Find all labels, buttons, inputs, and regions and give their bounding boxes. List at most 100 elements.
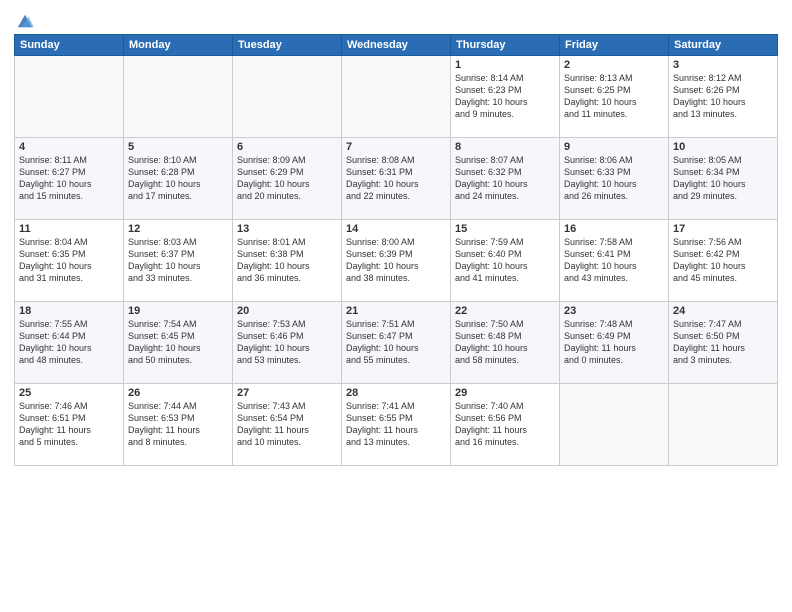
col-header-tuesday: Tuesday [233, 35, 342, 56]
calendar-cell: 4Sunrise: 8:11 AM Sunset: 6:27 PM Daylig… [15, 138, 124, 220]
day-info: Sunrise: 8:05 AM Sunset: 6:34 PM Dayligh… [673, 154, 773, 203]
day-number: 4 [19, 141, 119, 153]
day-number: 9 [564, 141, 664, 153]
day-number: 15 [455, 223, 555, 235]
day-info: Sunrise: 7:59 AM Sunset: 6:40 PM Dayligh… [455, 236, 555, 285]
day-number: 19 [128, 305, 228, 317]
calendar-cell: 18Sunrise: 7:55 AM Sunset: 6:44 PM Dayli… [15, 302, 124, 384]
col-header-wednesday: Wednesday [342, 35, 451, 56]
calendar-cell: 1Sunrise: 8:14 AM Sunset: 6:23 PM Daylig… [451, 56, 560, 138]
day-info: Sunrise: 8:00 AM Sunset: 6:39 PM Dayligh… [346, 236, 446, 285]
day-number: 23 [564, 305, 664, 317]
calendar-cell: 26Sunrise: 7:44 AM Sunset: 6:53 PM Dayli… [124, 384, 233, 466]
col-header-saturday: Saturday [669, 35, 778, 56]
calendar-cell: 6Sunrise: 8:09 AM Sunset: 6:29 PM Daylig… [233, 138, 342, 220]
calendar-cell [342, 56, 451, 138]
day-number: 21 [346, 305, 446, 317]
day-number: 5 [128, 141, 228, 153]
calendar-cell: 28Sunrise: 7:41 AM Sunset: 6:55 PM Dayli… [342, 384, 451, 466]
day-number: 8 [455, 141, 555, 153]
day-number: 6 [237, 141, 337, 153]
calendar-cell: 17Sunrise: 7:56 AM Sunset: 6:42 PM Dayli… [669, 220, 778, 302]
day-info: Sunrise: 7:58 AM Sunset: 6:41 PM Dayligh… [564, 236, 664, 285]
day-info: Sunrise: 8:08 AM Sunset: 6:31 PM Dayligh… [346, 154, 446, 203]
calendar-cell: 19Sunrise: 7:54 AM Sunset: 6:45 PM Dayli… [124, 302, 233, 384]
calendar-cell: 10Sunrise: 8:05 AM Sunset: 6:34 PM Dayli… [669, 138, 778, 220]
calendar-cell: 13Sunrise: 8:01 AM Sunset: 6:38 PM Dayli… [233, 220, 342, 302]
day-info: Sunrise: 8:09 AM Sunset: 6:29 PM Dayligh… [237, 154, 337, 203]
day-info: Sunrise: 8:12 AM Sunset: 6:26 PM Dayligh… [673, 72, 773, 121]
logo [14, 10, 34, 30]
day-info: Sunrise: 7:48 AM Sunset: 6:49 PM Dayligh… [564, 318, 664, 367]
day-info: Sunrise: 8:06 AM Sunset: 6:33 PM Dayligh… [564, 154, 664, 203]
day-info: Sunrise: 8:03 AM Sunset: 6:37 PM Dayligh… [128, 236, 228, 285]
day-number: 28 [346, 387, 446, 399]
calendar-cell [560, 384, 669, 466]
calendar-cell: 14Sunrise: 8:00 AM Sunset: 6:39 PM Dayli… [342, 220, 451, 302]
day-number: 25 [19, 387, 119, 399]
col-header-sunday: Sunday [15, 35, 124, 56]
calendar-cell: 27Sunrise: 7:43 AM Sunset: 6:54 PM Dayli… [233, 384, 342, 466]
day-number: 11 [19, 223, 119, 235]
day-number: 29 [455, 387, 555, 399]
col-header-monday: Monday [124, 35, 233, 56]
day-number: 22 [455, 305, 555, 317]
calendar-cell: 29Sunrise: 7:40 AM Sunset: 6:56 PM Dayli… [451, 384, 560, 466]
calendar-cell: 9Sunrise: 8:06 AM Sunset: 6:33 PM Daylig… [560, 138, 669, 220]
day-info: Sunrise: 7:54 AM Sunset: 6:45 PM Dayligh… [128, 318, 228, 367]
calendar-cell: 22Sunrise: 7:50 AM Sunset: 6:48 PM Dayli… [451, 302, 560, 384]
calendar-table: SundayMondayTuesdayWednesdayThursdayFrid… [14, 34, 778, 466]
calendar-cell: 20Sunrise: 7:53 AM Sunset: 6:46 PM Dayli… [233, 302, 342, 384]
day-number: 20 [237, 305, 337, 317]
day-info: Sunrise: 7:44 AM Sunset: 6:53 PM Dayligh… [128, 400, 228, 449]
day-info: Sunrise: 8:04 AM Sunset: 6:35 PM Dayligh… [19, 236, 119, 285]
logo-icon [16, 12, 34, 30]
day-number: 10 [673, 141, 773, 153]
day-info: Sunrise: 7:51 AM Sunset: 6:47 PM Dayligh… [346, 318, 446, 367]
day-number: 12 [128, 223, 228, 235]
day-info: Sunrise: 8:11 AM Sunset: 6:27 PM Dayligh… [19, 154, 119, 203]
day-number: 17 [673, 223, 773, 235]
day-number: 13 [237, 223, 337, 235]
calendar-cell: 8Sunrise: 8:07 AM Sunset: 6:32 PM Daylig… [451, 138, 560, 220]
col-header-thursday: Thursday [451, 35, 560, 56]
day-info: Sunrise: 8:07 AM Sunset: 6:32 PM Dayligh… [455, 154, 555, 203]
day-info: Sunrise: 7:56 AM Sunset: 6:42 PM Dayligh… [673, 236, 773, 285]
day-info: Sunrise: 7:41 AM Sunset: 6:55 PM Dayligh… [346, 400, 446, 449]
day-info: Sunrise: 7:43 AM Sunset: 6:54 PM Dayligh… [237, 400, 337, 449]
calendar-cell: 23Sunrise: 7:48 AM Sunset: 6:49 PM Dayli… [560, 302, 669, 384]
day-number: 18 [19, 305, 119, 317]
day-info: Sunrise: 7:50 AM Sunset: 6:48 PM Dayligh… [455, 318, 555, 367]
calendar-cell [124, 56, 233, 138]
day-info: Sunrise: 7:47 AM Sunset: 6:50 PM Dayligh… [673, 318, 773, 367]
calendar-cell: 7Sunrise: 8:08 AM Sunset: 6:31 PM Daylig… [342, 138, 451, 220]
day-info: Sunrise: 7:46 AM Sunset: 6:51 PM Dayligh… [19, 400, 119, 449]
calendar-cell: 21Sunrise: 7:51 AM Sunset: 6:47 PM Dayli… [342, 302, 451, 384]
day-info: Sunrise: 7:53 AM Sunset: 6:46 PM Dayligh… [237, 318, 337, 367]
day-number: 2 [564, 59, 664, 71]
col-header-friday: Friday [560, 35, 669, 56]
calendar-cell [15, 56, 124, 138]
calendar-cell: 16Sunrise: 7:58 AM Sunset: 6:41 PM Dayli… [560, 220, 669, 302]
day-number: 14 [346, 223, 446, 235]
day-number: 3 [673, 59, 773, 71]
day-info: Sunrise: 8:01 AM Sunset: 6:38 PM Dayligh… [237, 236, 337, 285]
day-info: Sunrise: 8:10 AM Sunset: 6:28 PM Dayligh… [128, 154, 228, 203]
day-number: 16 [564, 223, 664, 235]
calendar-cell: 3Sunrise: 8:12 AM Sunset: 6:26 PM Daylig… [669, 56, 778, 138]
day-number: 27 [237, 387, 337, 399]
calendar-cell: 15Sunrise: 7:59 AM Sunset: 6:40 PM Dayli… [451, 220, 560, 302]
day-number: 26 [128, 387, 228, 399]
day-number: 7 [346, 141, 446, 153]
day-info: Sunrise: 7:40 AM Sunset: 6:56 PM Dayligh… [455, 400, 555, 449]
calendar-cell [233, 56, 342, 138]
calendar-cell: 25Sunrise: 7:46 AM Sunset: 6:51 PM Dayli… [15, 384, 124, 466]
calendar-cell: 12Sunrise: 8:03 AM Sunset: 6:37 PM Dayli… [124, 220, 233, 302]
calendar-cell: 2Sunrise: 8:13 AM Sunset: 6:25 PM Daylig… [560, 56, 669, 138]
day-info: Sunrise: 7:55 AM Sunset: 6:44 PM Dayligh… [19, 318, 119, 367]
calendar-cell: 11Sunrise: 8:04 AM Sunset: 6:35 PM Dayli… [15, 220, 124, 302]
day-number: 24 [673, 305, 773, 317]
day-info: Sunrise: 8:14 AM Sunset: 6:23 PM Dayligh… [455, 72, 555, 121]
calendar-cell: 24Sunrise: 7:47 AM Sunset: 6:50 PM Dayli… [669, 302, 778, 384]
calendar-cell [669, 384, 778, 466]
